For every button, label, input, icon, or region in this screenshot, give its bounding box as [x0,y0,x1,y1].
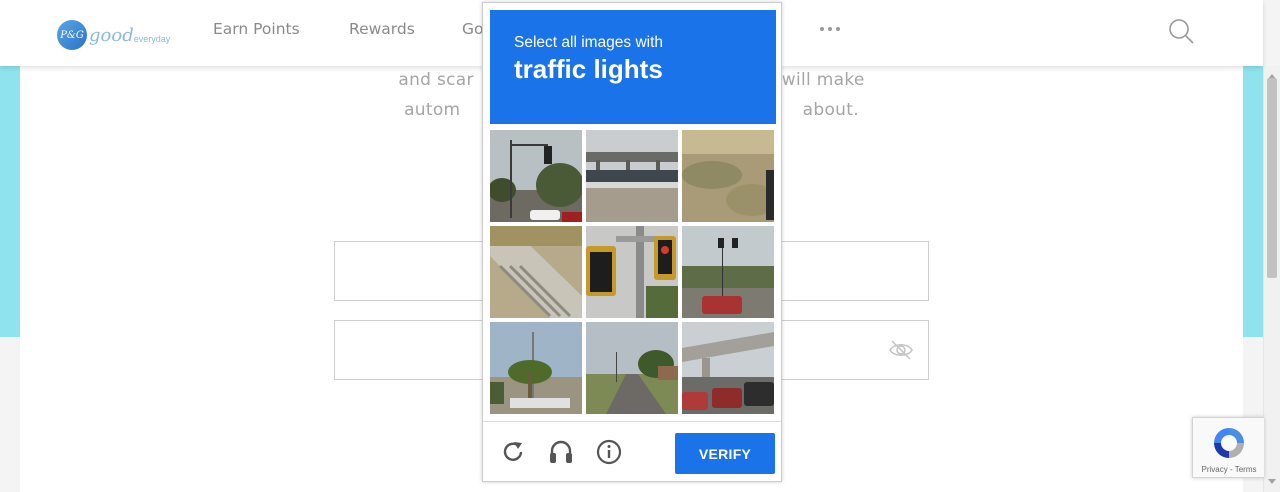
captcha-tile-3[interactable] [682,130,774,222]
scroll-thumb[interactable] [1267,78,1277,278]
nav-go[interactable]: Go [462,20,484,38]
verify-button[interactable]: VERIFY [675,433,775,474]
nav-earn-points[interactable]: Earn Points [213,20,300,38]
reload-icon[interactable] [500,439,526,465]
captcha-tile-8[interactable] [586,322,678,414]
captcha-tile-4[interactable] [490,226,582,318]
captcha-footer: VERIFY [483,421,781,481]
scroll-down-arrow-icon[interactable] [1268,479,1276,484]
captcha-tile-2[interactable] [586,130,678,222]
logo-wordmark-everyday: everyday [133,34,171,44]
info-icon[interactable] [596,439,622,465]
headphones-icon[interactable] [548,439,574,465]
captcha-tile-9[interactable] [682,322,774,414]
captcha-tile-6[interactable] [682,226,774,318]
right-accent-band [1243,66,1263,337]
captcha-challenge: Select all images with traffic lights VE… [482,2,782,482]
captcha-instruction: Select all images with [514,34,664,51]
logo-badge: P&G [57,20,87,50]
left-accent-band [0,66,20,337]
more-dots-icon[interactable] [820,27,840,31]
captcha-prompt: Select all images with traffic lights [490,10,776,124]
captcha-tile-5[interactable] [586,226,678,318]
captcha-tile-grid [490,130,776,416]
eye-slash-icon[interactable] [888,339,914,361]
captcha-tile-7[interactable] [490,322,582,414]
captcha-target: traffic lights [514,54,663,84]
page-scrollbar[interactable] [1263,66,1280,492]
search-icon[interactable] [1168,18,1194,44]
nav-rewards[interactable]: Rewards [349,20,415,38]
recaptcha-logo-icon [1214,428,1244,458]
logo-wordmark-good: good [89,24,134,46]
recaptcha-badge[interactable]: Privacy - Terms [1192,417,1264,478]
captcha-tile-1[interactable] [490,130,582,222]
site-logo[interactable]: P&G good everyday [57,20,170,50]
recaptcha-privacy-terms[interactable]: Privacy - Terms [1193,465,1265,474]
